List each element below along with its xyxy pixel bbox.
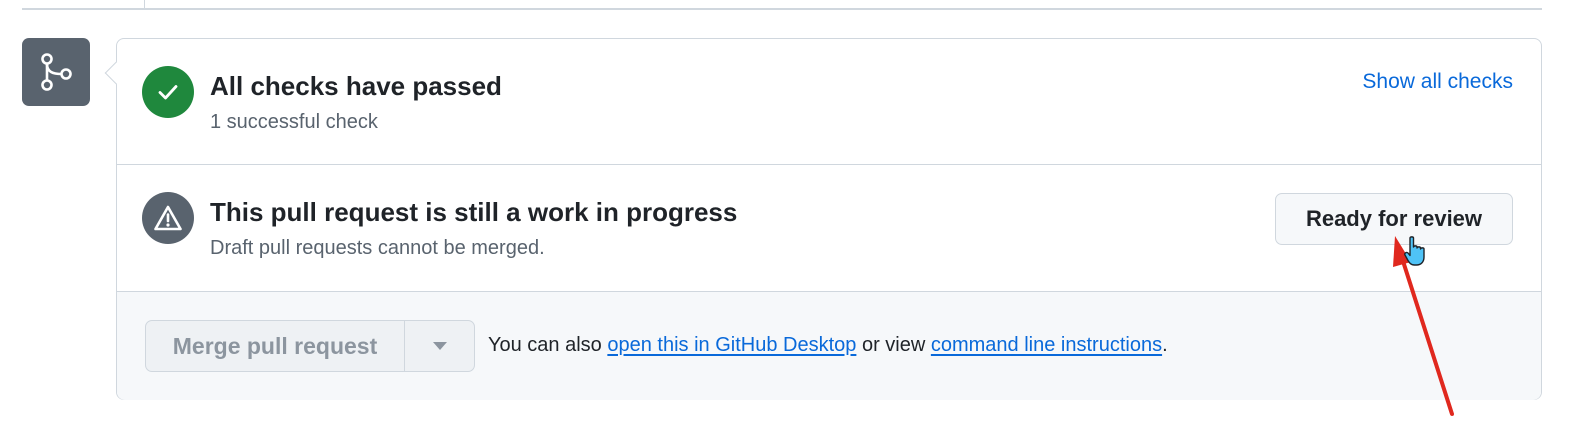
check-icon [158,85,178,100]
triangle-down-icon [432,342,447,350]
timeline-line [22,8,1542,10]
show-all-checks-link[interactable]: Show all checks [1362,70,1513,94]
draft-subtitle: Draft pull requests cannot be merged. [210,237,545,259]
merge-section: Merge pull request You can also open thi… [117,292,1541,400]
ready-for-review-button[interactable]: Ready for review [1275,193,1513,245]
timeline-divider [144,0,145,9]
merge-box: All checks have passed 1 successful chec… [104,38,1542,400]
help-suffix: . [1162,334,1168,356]
github-desktop-link[interactable]: open this in GitHub Desktop [607,334,856,356]
draft-title: This pull request is still a work in pro… [210,197,738,227]
checks-status-badge [142,66,194,118]
checks-subtitle: 1 successful check [210,111,378,133]
merge-help-text: You can also open this in GitHub Desktop… [488,334,1168,357]
draft-status-badge [142,192,194,244]
checks-section: All checks have passed 1 successful chec… [117,39,1541,165]
git-merge-icon [41,53,72,91]
merge-pull-request-button[interactable]: Merge pull request [146,321,405,371]
merge-method-dropdown[interactable] [405,321,474,371]
draft-section: This pull request is still a work in pro… [117,165,1541,292]
merge-box-page: All checks have passed 1 successful chec… [0,0,1593,427]
alert-icon [154,205,182,231]
merge-button-group: Merge pull request [145,320,475,372]
checks-title: All checks have passed [210,71,502,101]
merge-badge [22,38,90,106]
help-prefix: You can also [488,334,608,356]
help-middle: or view [856,334,931,356]
command-line-instructions-link[interactable]: command line instructions [931,334,1162,356]
